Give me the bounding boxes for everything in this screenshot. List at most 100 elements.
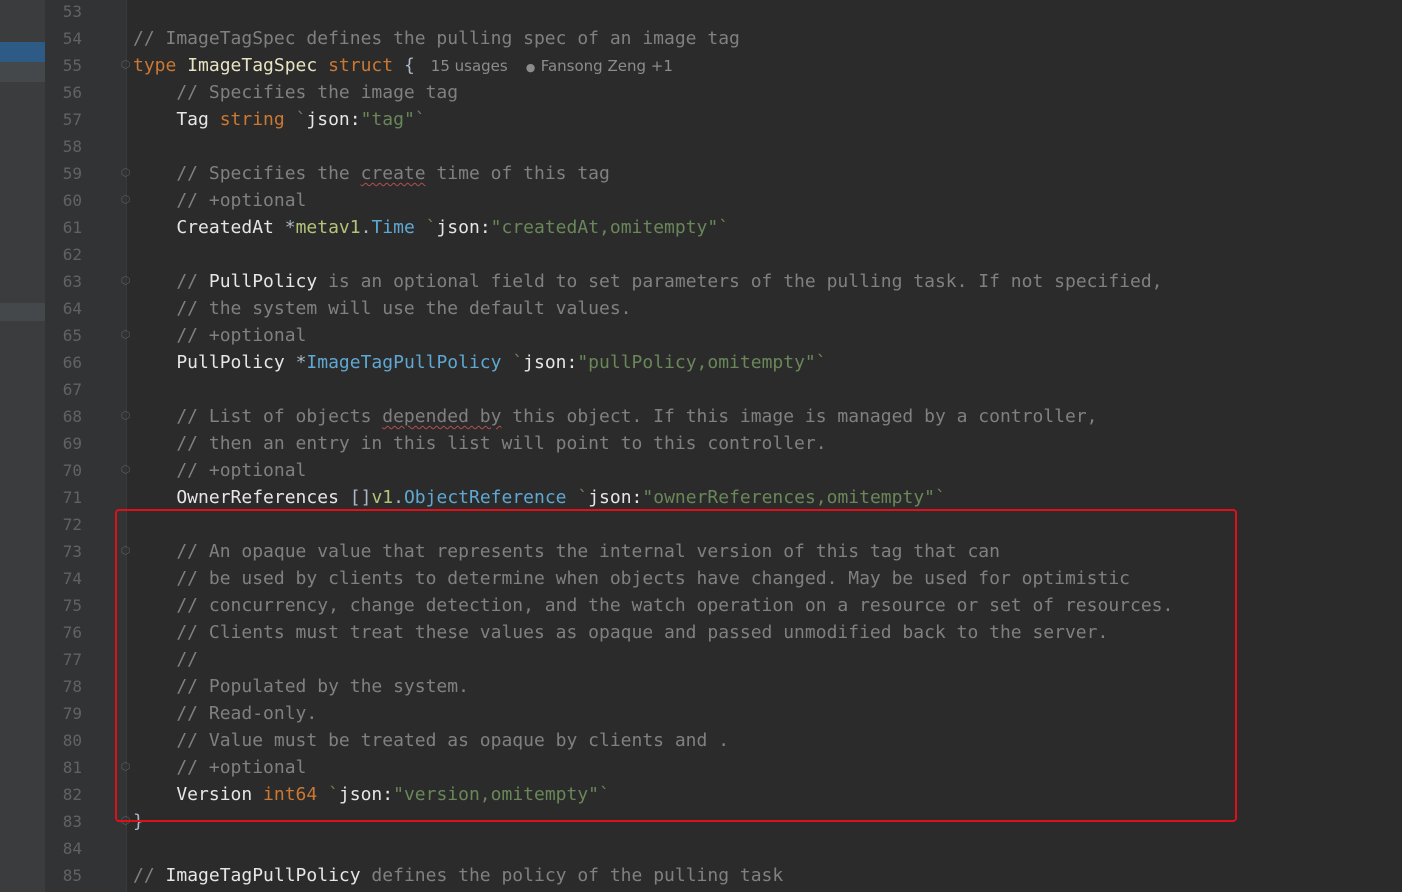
code-token: { (403, 55, 415, 76)
code-line[interactable]: 57 Tag string `json:"tag"` (0, 106, 1402, 133)
code-line[interactable]: 85 // ImageTagPullPolicy defines the poli… (0, 862, 1402, 889)
code-text: // +optional (133, 322, 306, 349)
line-number: 72 (62, 515, 82, 534)
code-token: ImageTagPullPolicy (165, 865, 361, 886)
line-number: 70 (62, 461, 82, 480)
line-number: 74 (62, 569, 82, 588)
line-number: 69 (62, 434, 82, 453)
line-number: 80 (62, 731, 82, 750)
line-number: 57 (62, 110, 82, 129)
line-number: 55 (62, 56, 82, 75)
usages-inlay-hint[interactable]: 15 usages (431, 57, 508, 75)
code-token: defines the policy of the pulling task (360, 865, 784, 886)
line-number: 78 (62, 677, 82, 696)
code-token: is an optional field to set parameters o… (317, 271, 1163, 292)
code-line[interactable]: 68 ⬡ // List of objects depended by this … (0, 403, 1402, 430)
code-text: type ImageTagSpec struct {15 usages ● Fans… (133, 52, 673, 79)
code-text: // ImageTagSpec defines the pulling spec… (133, 25, 740, 52)
fold-icon[interactable]: ⬡ (120, 275, 131, 287)
code-text: // the system will use the default value… (133, 295, 631, 322)
code-token: // ImageTagSpec defines the pulling spec… (133, 28, 740, 49)
line-number: 53 (62, 2, 82, 21)
code-token: ` (425, 217, 437, 238)
fold-icon[interactable]: ⬡ (120, 464, 131, 476)
line-number: 71 (62, 488, 82, 507)
code-token: // +optional (133, 325, 307, 346)
code-text: // ImageTagPullPolicy defines the policy… (133, 862, 783, 889)
code-token: // then an entry in this list will point… (133, 433, 827, 454)
code-text: // Specifies the create time of this tag (133, 160, 610, 187)
code-token: * (295, 352, 307, 373)
code-line[interactable]: 56 // Specifies the image tag (0, 79, 1402, 106)
line-number: 82 (62, 785, 82, 804)
person-icon: ● (525, 61, 536, 74)
code-token: ObjectReference (403, 487, 578, 508)
line-number: 62 (62, 245, 82, 264)
code-token: "tag"` (360, 109, 426, 130)
code-token: "pullPolicy,omitempty"` (577, 352, 827, 373)
code-line[interactable]: 69 // then an entry in this list will po… (0, 430, 1402, 457)
code-text: PullPolicy *ImageTagPullPolicy `json:"pu… (133, 349, 827, 376)
code-token: Tag (133, 109, 220, 130)
fold-icon[interactable]: ⬡ (120, 329, 131, 341)
code-line[interactable]: 59 ⬡ // Specifies the create time of this… (0, 160, 1402, 187)
code-line[interactable]: 70 ⬡ // +optional (0, 457, 1402, 484)
code-token: CreatedAt (133, 217, 285, 238)
code-line[interactable]: 63 ⬡ // PullPolicy is an optional field t… (0, 268, 1402, 295)
code-token: string (219, 109, 296, 130)
code-token: PullPolicy (208, 271, 318, 292)
code-text: // Specifies the image tag (133, 79, 458, 106)
line-number: 64 (62, 299, 82, 318)
line-number: 75 (62, 596, 82, 615)
line-number: 66 (62, 353, 82, 372)
code-line[interactable]: 71 OwnerReferences []v1.ObjectReference … (0, 484, 1402, 511)
fold-icon[interactable]: ⬡ (120, 410, 131, 422)
code-line[interactable]: 65 ⬡ // +optional (0, 322, 1402, 349)
code-token: // Specifies the image tag (133, 82, 459, 103)
code-token: ` (295, 109, 307, 130)
code-token: type (133, 55, 188, 76)
fold-icon[interactable]: ⬡ (120, 59, 131, 71)
code-text: Tag string `json:"tag"` (133, 106, 426, 133)
line-number: 60 (62, 191, 82, 210)
line-number: 59 (62, 164, 82, 183)
code-token: "ownerReferences,omitempty"` (642, 487, 946, 508)
code-text: // PullPolicy is an optional field to se… (133, 268, 1163, 295)
code-line[interactable]: 55 ⬡ type ImageTagSpec struct {15 usages ● F… (0, 52, 1402, 79)
code-token: // (133, 865, 166, 886)
code-line[interactable]: 67 (0, 376, 1402, 403)
fold-icon[interactable]: ⬡ (120, 167, 131, 179)
code-text: // +optional (133, 457, 306, 484)
code-line[interactable]: 60 ⬡ // +optional (0, 187, 1402, 214)
code-line[interactable]: 84 (0, 835, 1402, 862)
code-token: json: (306, 109, 361, 130)
code-token: ` (577, 487, 589, 508)
code-token: // +optional (133, 460, 307, 481)
code-token: v1 (371, 487, 394, 508)
code-token: struct (328, 55, 404, 76)
line-number: 83 (62, 812, 82, 831)
line-number: 61 (62, 218, 82, 237)
line-number: 67 (62, 380, 82, 399)
code-token: [] (349, 487, 372, 508)
code-line[interactable]: 66 PullPolicy *ImageTagPullPolicy `json:… (0, 349, 1402, 376)
code-token: json: (436, 217, 491, 238)
code-token: ` (512, 352, 524, 373)
code-text: // List of objects depended by this obje… (133, 403, 1097, 430)
code-line[interactable]: 62 (0, 241, 1402, 268)
code-line[interactable]: 64 // the system will use the default va… (0, 295, 1402, 322)
author-inlay-hint[interactable]: ● Fansong Zeng +1 (526, 57, 673, 75)
fold-icon[interactable]: ⬡ (120, 194, 131, 206)
code-token: create (360, 163, 426, 184)
code-line[interactable]: 61 CreatedAt *metav1.Time `json:"created… (0, 214, 1402, 241)
code-token: ImageTagSpec (187, 55, 329, 76)
line-number: 81 (62, 758, 82, 777)
code-token: . (393, 487, 404, 508)
code-token: OwnerReferences (133, 487, 350, 508)
code-text: // then an entry in this list will point… (133, 430, 827, 457)
code-line[interactable]: 53 (0, 0, 1402, 25)
line-number: 58 (62, 137, 82, 156)
code-line[interactable]: 58 (0, 133, 1402, 160)
code-line[interactable]: 54 // ImageTagSpec defines the pulling sp… (0, 25, 1402, 52)
line-number: 76 (62, 623, 82, 642)
